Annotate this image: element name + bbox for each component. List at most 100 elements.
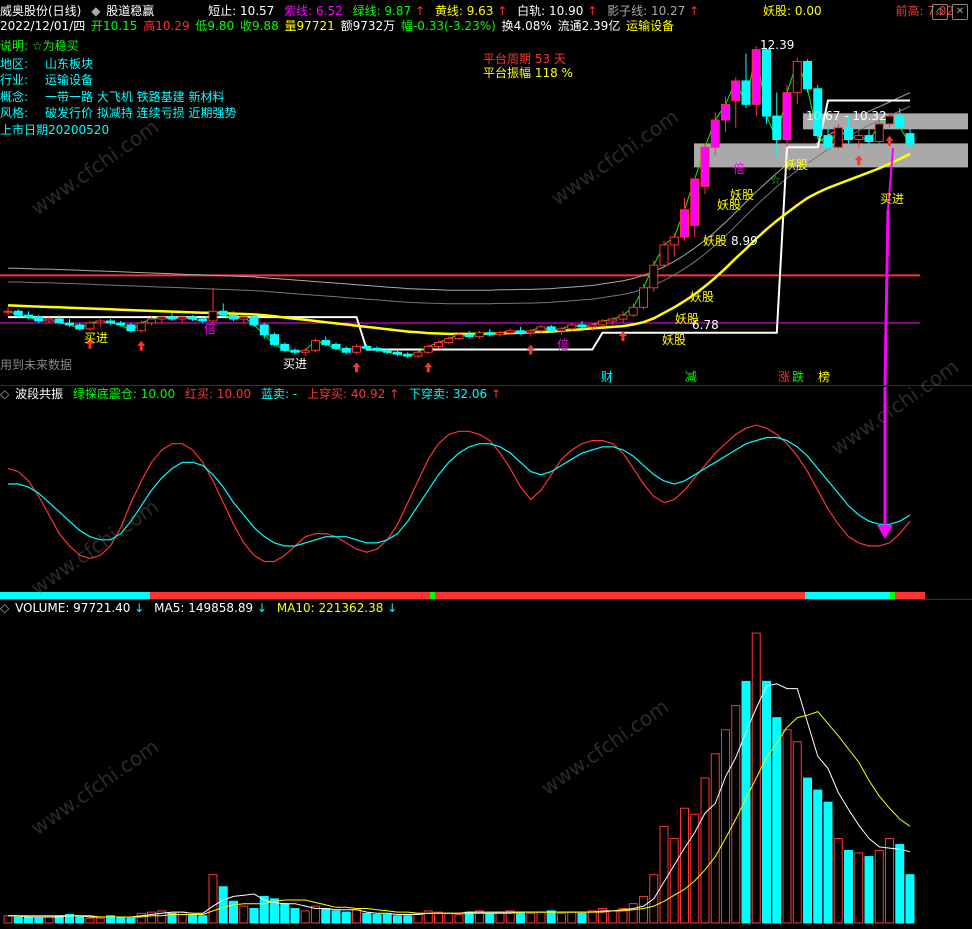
volume-bar xyxy=(516,911,525,924)
volume-bar xyxy=(628,903,638,924)
candle-body xyxy=(382,349,392,353)
volume-bar xyxy=(393,915,402,924)
signal-arrow-line xyxy=(883,209,890,385)
candle-body xyxy=(751,49,761,105)
candle-body xyxy=(885,115,894,125)
volume-bar xyxy=(13,916,23,924)
volume-bar xyxy=(116,916,126,924)
candle-body xyxy=(475,332,484,338)
demon-stock-label: 妖股 xyxy=(690,290,715,304)
candle-body xyxy=(188,316,197,320)
double-label: 倍 xyxy=(204,322,217,336)
volume-bar xyxy=(546,910,556,924)
candle-body xyxy=(239,316,249,320)
volume-bar xyxy=(341,911,351,924)
candle-body xyxy=(546,326,556,332)
candle-body xyxy=(372,347,382,351)
candle-body xyxy=(495,332,505,336)
price-range-label: 10.67 - 10.32 xyxy=(806,109,887,123)
candle-body xyxy=(639,287,648,308)
candle-body xyxy=(136,322,146,332)
candle-body xyxy=(229,314,238,320)
volume-bar xyxy=(403,915,413,924)
candle-body xyxy=(762,49,771,117)
candle-body xyxy=(567,324,577,330)
volume-bar xyxy=(782,729,792,924)
limit-down-tag: 跌 xyxy=(792,370,805,384)
volume-bar xyxy=(249,908,259,924)
volume-bar xyxy=(659,825,669,924)
candle-body xyxy=(116,322,126,326)
candle-body xyxy=(331,343,341,349)
candle-body xyxy=(106,320,115,324)
candle-body xyxy=(24,314,33,318)
candle-body xyxy=(864,135,874,142)
volume-bar xyxy=(321,908,331,924)
candle-body xyxy=(526,330,536,334)
candle-body xyxy=(844,127,853,140)
volume-bar xyxy=(557,912,566,924)
candle-body xyxy=(854,135,864,140)
candle-body xyxy=(874,123,884,142)
candle-body xyxy=(280,343,290,351)
price-chart[interactable] xyxy=(0,0,972,385)
buy-arrow-icon xyxy=(137,340,146,351)
candle-body xyxy=(44,318,54,322)
trend-strip-segment xyxy=(890,592,895,599)
candle-body xyxy=(803,60,812,90)
candle-body xyxy=(321,340,331,345)
buy-in-label: 买进 xyxy=(84,331,109,345)
volume-bar xyxy=(721,729,730,924)
candle-body xyxy=(352,345,361,353)
candle-body xyxy=(680,209,689,238)
candle-body xyxy=(218,310,228,316)
reduce-tag: 减 xyxy=(685,370,698,384)
volume-bar xyxy=(188,914,197,924)
trend-strip-segment xyxy=(435,592,805,599)
volume-bar xyxy=(352,909,361,924)
volume-bar xyxy=(803,777,812,924)
candle-body xyxy=(618,314,628,320)
price-high-label: 12.39 xyxy=(760,38,795,52)
volume-bar xyxy=(423,910,433,924)
volume-bar xyxy=(475,910,484,924)
volume-bar xyxy=(208,874,218,924)
candle-body xyxy=(792,60,802,94)
candle-body xyxy=(434,341,443,347)
candle-body xyxy=(177,316,187,320)
candle-body xyxy=(772,115,782,140)
candle-body xyxy=(34,316,44,322)
candle-body xyxy=(126,324,136,332)
steady-buy-star-icon: ☆ xyxy=(770,173,781,187)
candle-body xyxy=(516,330,525,334)
volume-bar xyxy=(669,837,679,924)
candle-body xyxy=(198,318,208,322)
volume-bar xyxy=(485,912,495,924)
volume-bar xyxy=(844,850,853,924)
double-label: 倍 xyxy=(557,338,570,352)
trend-strip-segment xyxy=(430,592,435,599)
demon-stock-label: 妖股 xyxy=(662,333,687,347)
candle-body xyxy=(485,332,495,336)
candle-body xyxy=(690,178,700,226)
finance-tag: 财 xyxy=(601,370,614,384)
oscillator-chart[interactable] xyxy=(0,387,972,599)
candle-body xyxy=(393,351,402,355)
volume-bar xyxy=(905,874,915,924)
candle-body xyxy=(54,318,64,324)
candle-body xyxy=(659,244,669,266)
candle-body xyxy=(75,324,85,330)
trend-strip-segment xyxy=(150,592,430,599)
dragon-tiger-tag: 榜 xyxy=(818,370,831,384)
candle-body xyxy=(721,103,730,121)
volume-bar xyxy=(792,741,802,924)
signal-arrow-head-icon xyxy=(877,525,893,539)
candle-body xyxy=(823,135,833,148)
demon-stock-label: 妖股 xyxy=(784,158,809,172)
volume-bar xyxy=(567,911,577,924)
volume-bar xyxy=(372,914,382,924)
candle-body xyxy=(423,345,433,353)
volume-bar xyxy=(95,917,105,924)
candle-body xyxy=(454,334,464,340)
candle-body xyxy=(259,324,269,336)
